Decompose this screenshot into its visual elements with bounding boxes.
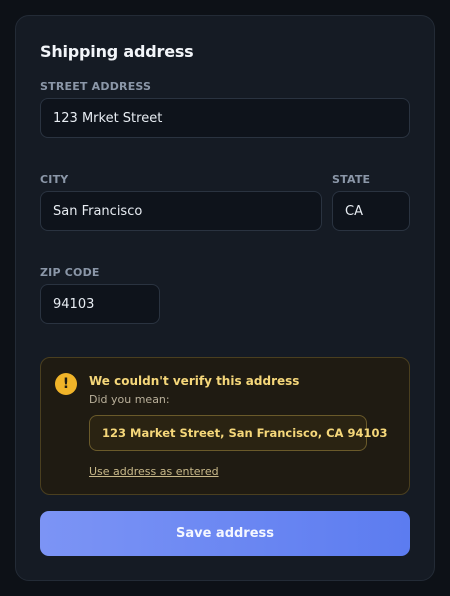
- zip-label: ZIP CODE: [40, 266, 100, 279]
- alert-subtitle: Did you mean:: [89, 393, 170, 406]
- shipping-address-card: Shipping address STREET ADDRESS 123 Mrke…: [15, 15, 435, 581]
- address-verification-alert: ! We couldn't verify this address Did yo…: [40, 357, 410, 495]
- zip-code-input[interactable]: 94103: [40, 284, 160, 324]
- alert-title: We couldn't verify this address: [89, 374, 300, 388]
- state-input[interactable]: CA: [332, 191, 410, 231]
- street-label: STREET ADDRESS: [40, 80, 152, 93]
- city-label: CITY: [40, 173, 69, 186]
- warning-icon: !: [55, 373, 77, 395]
- suggested-address-button[interactable]: 123 Market Street, San Francisco, CA 941…: [89, 415, 387, 451]
- city-input[interactable]: San Francisco: [40, 191, 322, 231]
- use-address-as-entered-link[interactable]: Use address as entered: [89, 465, 219, 478]
- street-address-input[interactable]: 123 Mrket Street: [40, 98, 410, 138]
- save-address-button[interactable]: Save address: [40, 511, 410, 556]
- state-label: STATE: [332, 173, 371, 186]
- form-title: Shipping address: [40, 42, 194, 61]
